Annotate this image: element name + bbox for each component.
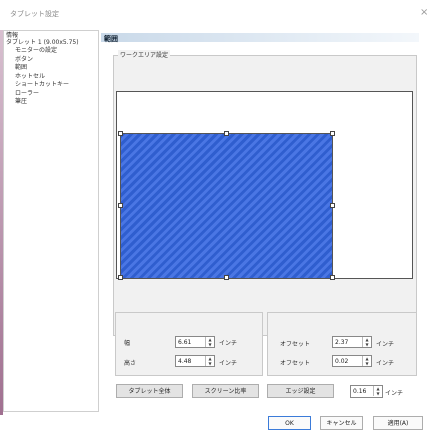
height-stepper[interactable]: 4.48 ▲ ▼ <box>175 355 215 367</box>
offset-y-stepper[interactable]: 0.02 ▲ ▼ <box>332 355 372 367</box>
section-header: 範囲 <box>101 33 419 43</box>
tree-item-shortcut-keys[interactable]: ショートカットキー <box>15 81 69 88</box>
edge-down-icon[interactable]: ▼ <box>374 391 382 396</box>
width-unit: インチ <box>219 340 238 347</box>
settings-content: 範囲 ワークエリア設定 幅 6.61 ▲ ▼ インチ 高さ 4.48 ▲ ▼ イ… <box>101 30 419 410</box>
offset-x-label: オフセット <box>280 341 311 348</box>
offset-y-label: オフセット <box>280 360 311 367</box>
ok-button[interactable]: OK <box>268 416 311 430</box>
resize-handle-top-left[interactable] <box>118 131 123 136</box>
screen-ratio-button[interactable]: スクリーン比率 <box>192 384 259 398</box>
resize-handle-bottom-left[interactable] <box>118 275 123 280</box>
offset-y-down-icon[interactable]: ▼ <box>363 361 371 366</box>
tree-item-info[interactable]: 情報 <box>6 32 18 39</box>
offset-y-unit: インチ <box>376 360 395 367</box>
tree-item-tablet-1[interactable]: タブレット 1 (9.00x5.75) <box>6 39 79 46</box>
width-value: 6.61 <box>178 339 192 346</box>
offset-x-down-icon[interactable]: ▼ <box>363 342 371 347</box>
tree-item-roller[interactable]: ローラー <box>15 90 39 97</box>
tree-item-pressure[interactable]: 筆圧 <box>15 98 27 105</box>
width-down-icon[interactable]: ▼ <box>206 342 214 347</box>
title-bar[interactable]: タブレット設定 × <box>0 0 435 28</box>
width-label: 幅 <box>124 340 131 347</box>
settings-tree: 情報 タブレット 1 (9.00x5.75) モニターの設定 ボタン 範囲 ホッ… <box>3 30 99 412</box>
width-stepper[interactable]: 6.61 ▲ ▼ <box>175 336 215 348</box>
window-title: タブレット設定 <box>10 10 59 18</box>
resize-handle-top[interactable] <box>224 131 229 136</box>
tablet-full-button[interactable]: タブレット全体 <box>116 384 183 398</box>
cancel-button[interactable]: キャンセル <box>320 416 363 430</box>
edge-value: 0.16 <box>353 388 367 395</box>
offset-y-value: 0.02 <box>335 358 349 365</box>
resize-handle-bottom-right[interactable] <box>330 275 335 280</box>
height-unit: インチ <box>219 360 238 367</box>
screen-preview <box>116 91 413 280</box>
tree-item-buttons[interactable]: ボタン <box>15 56 33 63</box>
offset-x-unit: インチ <box>376 341 395 348</box>
apply-button[interactable]: 適用(A) <box>373 416 423 430</box>
edge-settings-button[interactable]: エッジ設定 <box>267 384 334 398</box>
tree-item-hotcell[interactable]: ホットセル <box>15 73 45 80</box>
tablet-settings-window: タブレット設定 × 情報 タブレット 1 (9.00x5.75) モニターの設定… <box>0 0 435 437</box>
resize-handle-left[interactable] <box>118 203 123 208</box>
edge-unit: インチ <box>385 390 404 397</box>
resize-handle-bottom[interactable] <box>224 275 229 280</box>
tree-item-area[interactable]: 範囲 <box>15 64 27 71</box>
workarea-group-label: ワークエリア設定 <box>118 50 171 59</box>
section-title: 範囲 <box>104 35 118 43</box>
edge-value-stepper[interactable]: 0.16 ▲ ▼ <box>350 385 383 398</box>
height-down-icon[interactable]: ▼ <box>206 361 214 366</box>
close-icon[interactable]: × <box>420 7 428 18</box>
tree-item-monitor-settings[interactable]: モニターの設定 <box>15 47 57 54</box>
resize-handle-right[interactable] <box>330 203 335 208</box>
offset-x-stepper[interactable]: 2.37 ▲ ▼ <box>332 336 372 348</box>
offset-x-value: 2.37 <box>335 339 349 346</box>
height-value: 4.48 <box>178 358 192 365</box>
resize-handle-top-right[interactable] <box>330 131 335 136</box>
height-label: 高さ <box>124 360 137 367</box>
work-area-rectangle[interactable] <box>120 133 333 279</box>
